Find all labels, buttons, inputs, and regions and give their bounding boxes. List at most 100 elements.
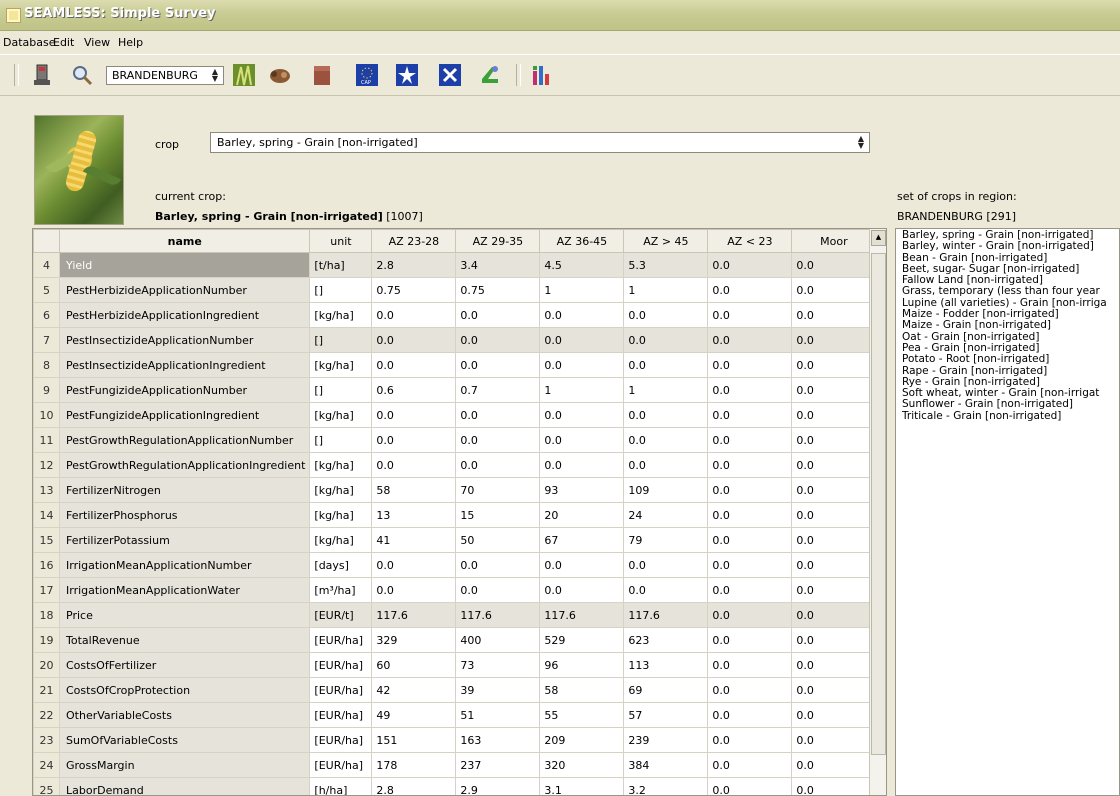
row-name-cell[interactable]: PestHerbizideApplicationNumber (58, 277, 311, 303)
value-cell[interactable]: 623 (623, 627, 709, 653)
table-row[interactable]: 15 FertilizerPotassium [kg/ha] 41 50 67 79 0.0 0… (33, 527, 877, 553)
value-cell[interactable]: 0.0 (791, 427, 877, 453)
value-cell[interactable]: 0.0 (455, 352, 541, 378)
value-cell[interactable]: 0.0 (539, 577, 625, 603)
chart-icon[interactable] (530, 63, 554, 87)
value-cell[interactable]: 0.0 (791, 302, 877, 328)
value-cell[interactable]: 0.0 (791, 752, 877, 778)
crop-select[interactable]: Barley, spring - Grain [non-irrigated] ▲… (210, 132, 870, 153)
table-row[interactable]: 18 Price [EUR/t] 117.6 117.6 117.6 117.6 0.0 0.0 (33, 602, 877, 628)
value-cell[interactable]: 2.8 (371, 777, 457, 795)
value-cell[interactable]: 178 (371, 752, 457, 778)
crop-plant-icon[interactable] (232, 63, 256, 87)
unit-cell[interactable]: [] (309, 377, 373, 403)
table-row[interactable]: 21 CostsOfCropProtection [EUR/ha] 42 39 58 69 0… (33, 677, 877, 703)
value-cell[interactable]: 0.0 (707, 527, 793, 553)
value-cell[interactable]: 67 (539, 527, 625, 553)
unit-cell[interactable]: [] (309, 277, 373, 303)
row-name-cell[interactable]: PestGrowthRegulationApplicationIngredien… (58, 452, 311, 478)
value-cell[interactable]: 55 (539, 702, 625, 728)
table-row[interactable]: 23 SumOfVariableCosts [EUR/ha] 151 163 209 239… (33, 727, 877, 753)
value-cell[interactable]: 0.0 (623, 427, 709, 453)
value-cell[interactable]: 0.0 (623, 302, 709, 328)
value-cell[interactable]: 163 (455, 727, 541, 753)
value-cell[interactable]: 69 (623, 677, 709, 703)
unit-cell[interactable]: [EUR/ha] (309, 677, 373, 703)
value-cell[interactable]: 0.0 (707, 777, 793, 795)
value-cell[interactable]: 237 (455, 752, 541, 778)
row-name-cell[interactable]: CostsOfFertilizer (58, 652, 311, 678)
value-cell[interactable]: 0.0 (371, 452, 457, 478)
value-cell[interactable]: 0.0 (707, 552, 793, 578)
value-cell[interactable]: 39 (455, 677, 541, 703)
scrollbar-thumb[interactable] (871, 253, 886, 755)
value-cell[interactable]: 117.6 (455, 602, 541, 628)
row-name-cell[interactable]: FertilizerNitrogen (58, 477, 311, 503)
value-cell[interactable]: 117.6 (539, 602, 625, 628)
value-cell[interactable]: 0.0 (371, 402, 457, 428)
unit-cell[interactable]: [h/ha] (309, 777, 373, 795)
value-cell[interactable]: 0.0 (791, 377, 877, 403)
value-cell[interactable]: 73 (455, 652, 541, 678)
list-item[interactable]: Maize - Grain [non-irrigated] (902, 320, 1119, 331)
value-cell[interactable]: 0.0 (455, 402, 541, 428)
value-cell[interactable]: 0.0 (707, 677, 793, 703)
row-name-cell[interactable]: Yield (58, 252, 311, 278)
value-cell[interactable]: 0.0 (791, 527, 877, 553)
row-name-cell[interactable]: PestFungizideApplicationIngredient (58, 402, 311, 428)
row-name-cell[interactable]: SumOfVariableCosts (58, 727, 311, 753)
row-name-cell[interactable]: IrrigationMeanApplicationWater (58, 577, 311, 603)
table-row[interactable]: 20 CostsOfFertilizer [EUR/ha] 60 73 96 113 0.0 0… (33, 652, 877, 678)
livestock-icon[interactable] (268, 63, 292, 87)
region-select[interactable]: BRANDENBURG ▲ ▼ (106, 66, 224, 85)
value-cell[interactable]: 117.6 (623, 602, 709, 628)
menu-database[interactable]: Database (3, 36, 56, 49)
value-cell[interactable]: 329 (371, 627, 457, 653)
unit-cell[interactable]: [m³/ha] (309, 577, 373, 603)
value-cell[interactable]: 0.0 (707, 277, 793, 303)
unit-cell[interactable]: [kg/ha] (309, 402, 373, 428)
unit-cell[interactable]: [] (309, 427, 373, 453)
row-name-cell[interactable]: IrrigationMeanApplicationNumber (58, 552, 311, 578)
value-cell[interactable]: 24 (623, 502, 709, 528)
row-name-cell[interactable]: GrossMargin (58, 752, 311, 778)
table-row[interactable]: 8 PestInsectizideApplicationIngredient [kg… (33, 352, 877, 378)
column-header[interactable]: AZ 29-35 (455, 229, 541, 253)
row-name-cell[interactable]: PestInsectizideApplicationIngredient (58, 352, 311, 378)
unit-cell[interactable]: [t/ha] (309, 252, 373, 278)
value-cell[interactable]: 0.0 (791, 702, 877, 728)
value-cell[interactable]: 0.0 (455, 427, 541, 453)
list-item[interactable]: Barley, winter - Grain [non-irrigated] (902, 241, 1119, 252)
value-cell[interactable]: 3.2 (623, 777, 709, 795)
list-item[interactable]: Potato - Root [non-irrigated] (902, 354, 1119, 365)
value-cell[interactable]: 400 (455, 627, 541, 653)
row-name-cell[interactable]: Price (58, 602, 311, 628)
table-row[interactable]: 19 TotalRevenue [EUR/ha] 329 400 529 623 0.0 0.0 (33, 627, 877, 653)
column-header[interactable]: AZ > 45 (623, 229, 709, 253)
table-row[interactable]: 5 PestHerbizideApplicationNumber[] 0.75 0.7… (33, 277, 877, 303)
table-row[interactable]: 4 Yield [t/ha] 2.8 3.4 4.5 5.3 0.0 0.0 (33, 252, 877, 278)
value-cell[interactable]: 0.7 (455, 377, 541, 403)
menu-help[interactable]: Help (118, 36, 143, 49)
column-header[interactable]: AZ 36-45 (539, 229, 625, 253)
value-cell[interactable]: 0.0 (707, 252, 793, 278)
row-name-cell[interactable]: FertilizerPotassium (58, 527, 311, 553)
value-cell[interactable]: 529 (539, 627, 625, 653)
column-header[interactable]: Moor (791, 229, 877, 253)
value-cell[interactable]: 0.0 (707, 327, 793, 353)
scroll-up-icon[interactable]: ▲ (871, 230, 886, 246)
edit-green-icon[interactable] (478, 63, 502, 87)
value-cell[interactable]: 0.0 (791, 477, 877, 503)
value-cell[interactable]: 1 (623, 377, 709, 403)
value-cell[interactable]: 239 (623, 727, 709, 753)
value-cell[interactable]: 0.0 (455, 552, 541, 578)
value-cell[interactable]: 79 (623, 527, 709, 553)
unit-cell[interactable]: [kg/ha] (309, 352, 373, 378)
value-cell[interactable]: 0.0 (371, 327, 457, 353)
value-cell[interactable]: 0.0 (791, 327, 877, 353)
column-header[interactable]: name (58, 229, 311, 253)
value-cell[interactable]: 0.0 (791, 577, 877, 603)
value-cell[interactable]: 58 (371, 477, 457, 503)
value-cell[interactable]: 0.0 (707, 477, 793, 503)
unit-cell[interactable]: [EUR/t] (309, 602, 373, 628)
